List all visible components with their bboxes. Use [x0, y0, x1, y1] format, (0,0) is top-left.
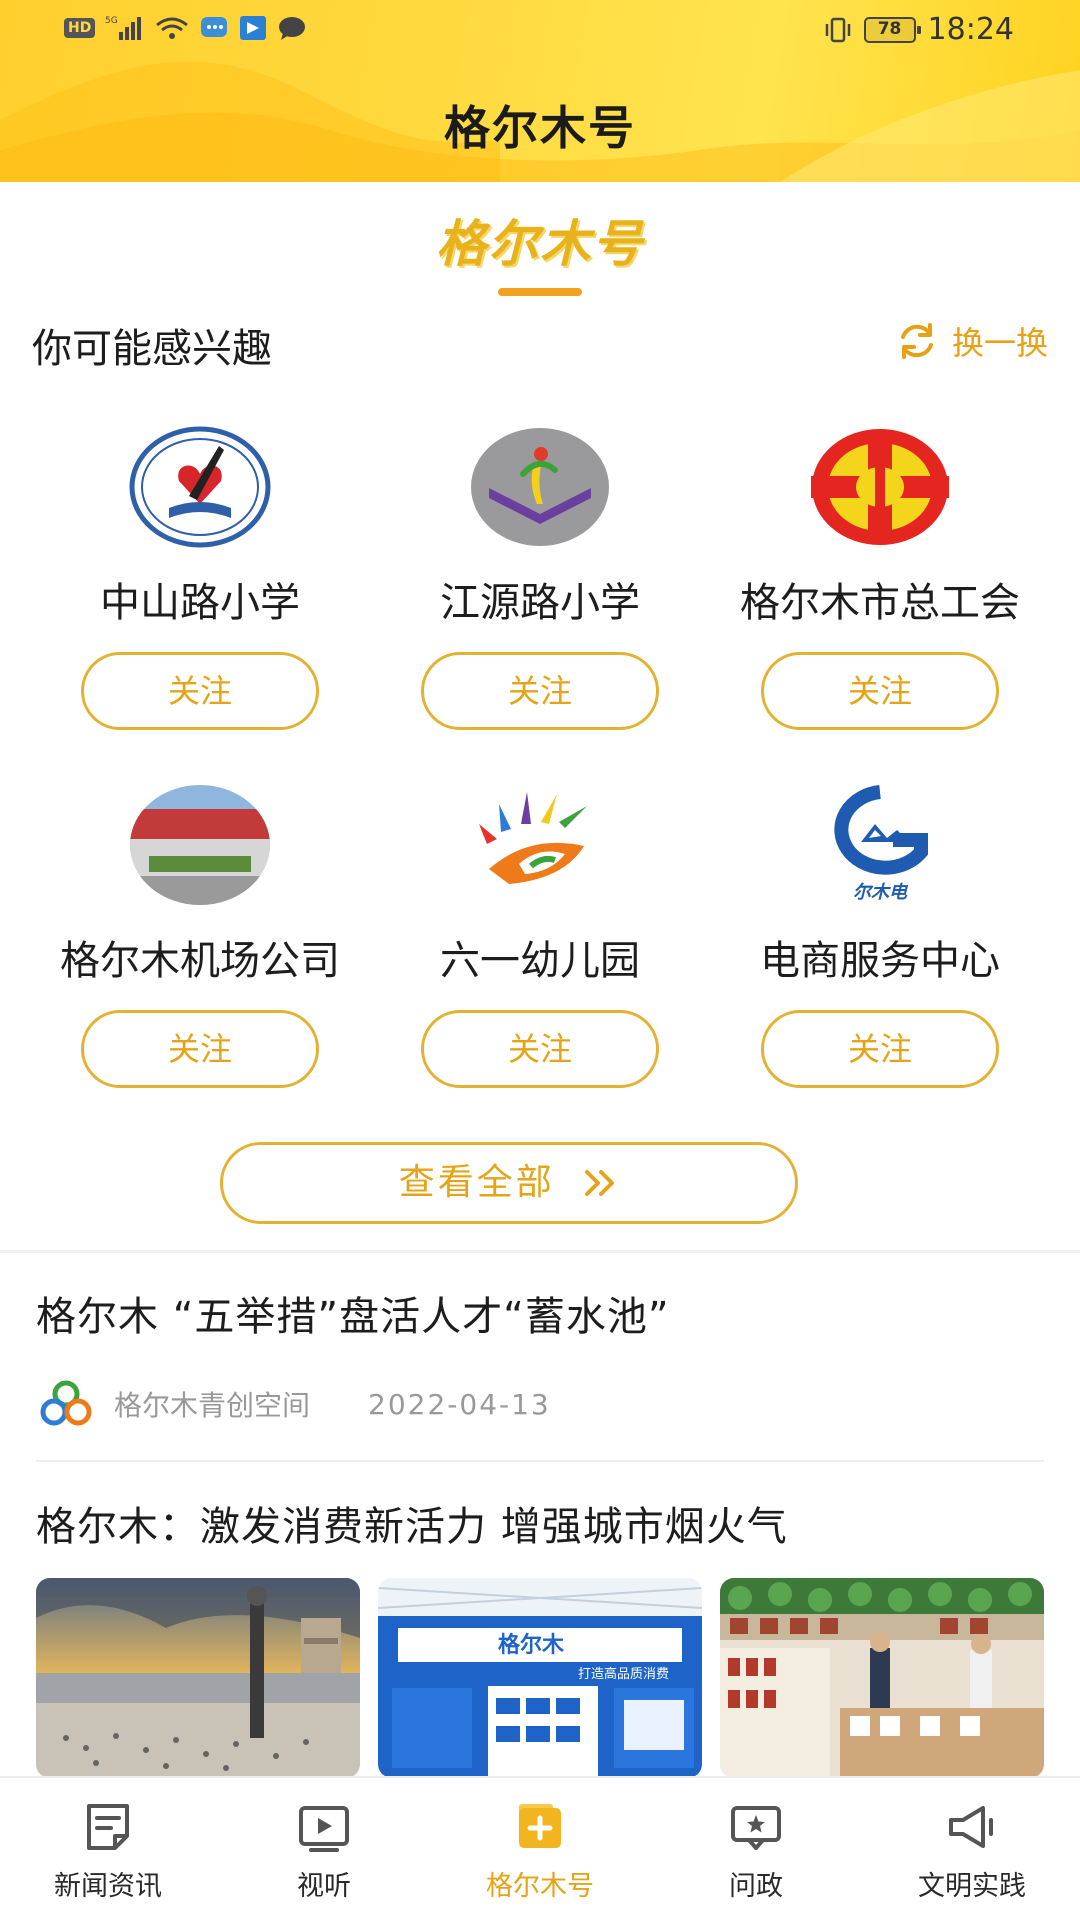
nav-item-inquiry[interactable]: 问政 — [656, 1800, 856, 1903]
recommend-name: 格尔木机场公司 — [60, 938, 340, 984]
news-image-square[interactable] — [36, 1578, 360, 1778]
refresh-icon — [900, 323, 933, 359]
nav-label: 视听 — [297, 1871, 351, 1902]
status-time: 18:24 — [927, 12, 1014, 47]
follow-button[interactable]: 关注 — [81, 652, 319, 730]
cellular-signal-icon: 5G — [105, 16, 142, 40]
chat-app-icon — [201, 17, 228, 37]
recommend-name: 格尔木市总工会 — [740, 580, 1020, 626]
airport-photo-icon[interactable] — [129, 784, 271, 906]
refresh-label: 换一换 — [951, 324, 1048, 362]
recommend-name: 电商服务中心 — [760, 938, 1000, 984]
header: HD 5G 78 18:24 格尔木号 — [0, 0, 1080, 182]
follow-button[interactable]: 关注 — [421, 652, 659, 730]
refresh-button[interactable]: 换一换 — [896, 318, 1048, 364]
union-emblem-icon[interactable] — [809, 426, 951, 548]
nav-item-account[interactable]: 格尔木号 — [440, 1800, 640, 1903]
status-bar: HD 5G 78 18:24 — [0, 0, 1080, 60]
news-title[interactable]: 格尔木：激发消费新活力 增强城市烟火气 — [36, 1494, 788, 1552]
battery-indicator: 78 — [863, 16, 921, 43]
nav-item-practice[interactable]: 文明实践 — [872, 1800, 1072, 1903]
recommend-card: 格尔木市总工会 关注 — [710, 426, 1050, 730]
brand-underline — [498, 288, 582, 296]
video-icon — [299, 1806, 349, 1852]
ecommerce-logo-text: 尔木电 — [853, 882, 909, 903]
news-title[interactable]: 格尔木 “五举措”盘活人才“蓄水池” — [36, 1284, 670, 1342]
school-logo-icon[interactable] — [469, 426, 611, 548]
follow-button[interactable]: 关注 — [421, 1010, 659, 1088]
source-logo-icon — [40, 1380, 92, 1426]
megaphone-icon — [949, 1806, 993, 1848]
app-notification-icon — [240, 16, 267, 40]
school-emblem-icon[interactable] — [129, 426, 271, 548]
follow-button[interactable]: 关注 — [81, 1010, 319, 1088]
message-icon — [279, 17, 306, 40]
view-all-button[interactable]: 查看全部 — [220, 1142, 798, 1224]
page: HD 5G 78 18:24 格尔木号 格尔木号 你可能感兴趣 换一换 中山路小… — [0, 0, 1080, 1920]
recommend-name: 江源路小学 — [440, 580, 640, 626]
page-title: 格尔木号 — [444, 101, 636, 155]
news-source: 格尔木青创空间 — [114, 1389, 311, 1422]
recommend-name: 中山路小学 — [100, 580, 300, 626]
news-image-square-photo — [36, 1578, 360, 1778]
bottom-nav: 新闻资讯 视听 格尔木号 问政 文明实践 — [0, 1776, 1080, 1920]
exhibition-slogan-text: 打造高品质消费 — [578, 1666, 669, 1682]
view-all-label: 查看全部 — [398, 1162, 555, 1203]
news-icon — [87, 1804, 129, 1850]
recommend-card: 格尔木机场公司 关注 — [30, 784, 370, 1088]
status-right: 78 18:24 — [824, 12, 1014, 47]
recommend-card: 尔木电 电商服务中心 关注 — [710, 784, 1050, 1088]
recommend-card: 中山路小学 关注 — [30, 426, 370, 730]
wifi-icon — [156, 17, 189, 39]
news-date: 2022-04-13 — [368, 1387, 551, 1421]
recommend-card: 江源路小学 关注 — [370, 426, 710, 730]
account-icon — [519, 1804, 561, 1848]
news-divider — [36, 1460, 1044, 1462]
network-type-label: 5G — [105, 16, 118, 26]
recommend-card: 六一幼儿园 关注 — [370, 784, 710, 1088]
nav-label: 格尔木号 — [486, 1871, 594, 1902]
brand-logo: 格尔木号 — [436, 214, 644, 273]
news-image-store[interactable] — [720, 1578, 1044, 1778]
nav-item-video[interactable]: 视听 — [224, 1800, 424, 1903]
news-image-exhibition-photo: 格尔木 打造高品质消费 — [378, 1578, 702, 1778]
double-chevron-right-icon — [585, 1170, 615, 1196]
hd-badge: HD — [64, 18, 96, 38]
follow-button[interactable]: 关注 — [761, 1010, 999, 1088]
nav-item-news[interactable]: 新闻资讯 — [8, 1800, 208, 1903]
follow-button[interactable]: 关注 — [761, 652, 999, 730]
news-image-exhibition[interactable]: 格尔木 打造高品质消费 — [378, 1578, 702, 1778]
kindergarten-logo-icon[interactable] — [469, 784, 611, 906]
nav-label: 文明实践 — [918, 1871, 1026, 1902]
inquiry-icon — [731, 1806, 781, 1850]
news-image-store-photo — [720, 1578, 1044, 1778]
nav-label: 问政 — [729, 1871, 783, 1902]
exhibition-sign-text: 格尔木 — [498, 1632, 565, 1658]
ecommerce-logo-icon[interactable]: 尔木电 — [809, 784, 951, 906]
nav-label: 新闻资讯 — [54, 1871, 162, 1902]
news-meta: 格尔木青创空间 2022-04-13 — [36, 1378, 551, 1430]
vibrate-icon — [825, 17, 850, 42]
recommend-name: 六一幼儿园 — [440, 938, 640, 984]
status-left: HD 5G — [64, 14, 307, 42]
section-title: 你可能感兴趣 — [32, 326, 272, 372]
section-divider — [0, 1250, 1080, 1253]
